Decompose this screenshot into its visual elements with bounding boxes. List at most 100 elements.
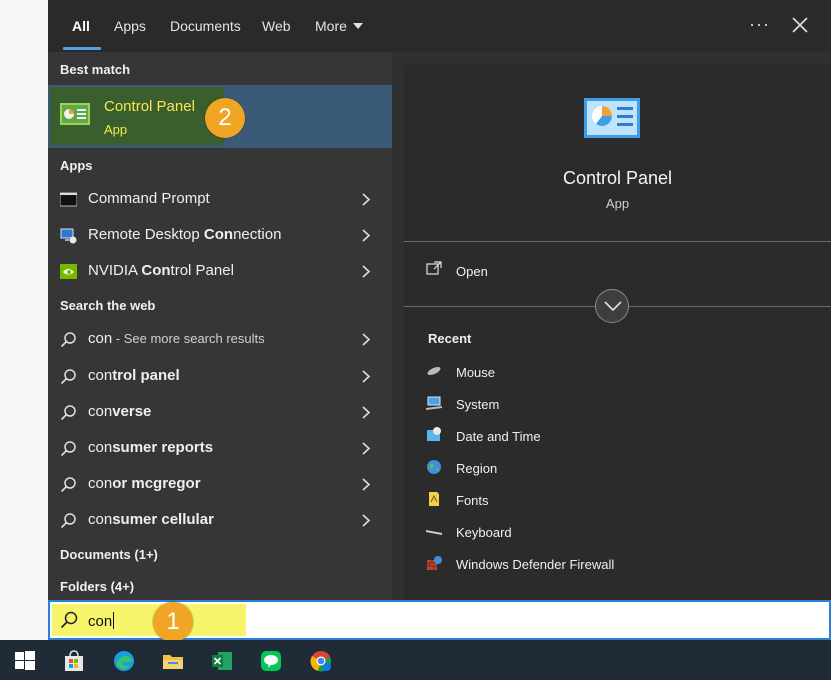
system-icon bbox=[426, 396, 442, 410]
web-result-converse[interactable]: converse bbox=[48, 394, 392, 430]
control-panel-large-icon bbox=[584, 98, 640, 138]
ellipsis-icon[interactable]: ··· bbox=[749, 14, 770, 35]
recent-item-date-time[interactable]: Date and Time bbox=[426, 422, 806, 450]
tab-apps[interactable]: Apps bbox=[114, 18, 146, 34]
preview-title: Control Panel bbox=[562, 168, 673, 188]
keyboard-icon bbox=[426, 530, 442, 535]
app-result-nvidia-control-panel[interactable]: NVIDIA Control Panel bbox=[48, 253, 392, 289]
chevron-right-icon[interactable] bbox=[361, 193, 371, 206]
app-result-label: NVIDIA Control Panel bbox=[88, 262, 234, 279]
chevron-right-icon[interactable] bbox=[361, 229, 371, 242]
close-icon[interactable] bbox=[791, 16, 809, 34]
web-result-label: converse bbox=[88, 403, 152, 420]
recent-item-label: Keyboard bbox=[456, 525, 512, 540]
best-match-subtitle: App bbox=[104, 122, 128, 137]
web-result-label: conor mcgregor bbox=[88, 475, 201, 492]
web-result-conor-mcgregor[interactable]: conor mcgregor bbox=[48, 466, 392, 502]
firewall-icon bbox=[427, 556, 442, 570]
recent-item-label: Mouse bbox=[456, 365, 496, 380]
text-cursor bbox=[113, 612, 115, 629]
search-icon bbox=[60, 477, 76, 493]
recent-item-system[interactable]: System bbox=[426, 390, 806, 418]
chevron-right-icon[interactable] bbox=[361, 478, 371, 491]
open-external-icon bbox=[426, 261, 442, 275]
preview-divider bbox=[404, 241, 831, 242]
date-time-icon bbox=[427, 427, 441, 441]
tab-documents[interactable]: Documents bbox=[170, 18, 241, 34]
search-icon bbox=[60, 369, 76, 385]
fonts-icon bbox=[429, 492, 439, 506]
app-result-label: Remote Desktop Connection bbox=[88, 226, 282, 243]
file-explorer-icon[interactable] bbox=[162, 650, 184, 672]
web-result-con[interactable]: con - See more search results bbox=[48, 321, 392, 357]
web-result-control-panel[interactable]: control panel bbox=[48, 358, 392, 394]
apps-heading: Apps bbox=[60, 158, 93, 173]
control-panel-icon bbox=[60, 103, 90, 125]
recent-item-label: Region bbox=[456, 461, 498, 476]
search-icon bbox=[60, 405, 76, 421]
web-result-consumer-reports[interactable]: consumer reports bbox=[48, 430, 392, 466]
open-action[interactable]: Open bbox=[426, 260, 626, 286]
recent-item-keyboard[interactable]: Keyboard bbox=[426, 518, 806, 546]
mouse-icon bbox=[427, 366, 441, 376]
search-icon bbox=[60, 611, 78, 629]
desktop-background-strip bbox=[0, 0, 48, 640]
taskbar bbox=[0, 640, 831, 680]
preview-subtitle: App bbox=[605, 196, 630, 211]
remote-desktop-icon bbox=[60, 228, 77, 244]
app-result-label: Command Prompt bbox=[88, 190, 210, 207]
search-input[interactable]: con bbox=[88, 612, 115, 630]
recent-item-label: Windows Defender Firewall bbox=[456, 557, 615, 572]
excel-icon[interactable] bbox=[211, 650, 233, 672]
chevron-right-icon[interactable] bbox=[361, 333, 371, 346]
chevron-right-icon[interactable] bbox=[361, 514, 371, 527]
search-web-heading: Search the web bbox=[60, 298, 156, 313]
step-badge-1: 1 bbox=[153, 602, 193, 642]
search-icon bbox=[60, 332, 76, 348]
open-label: Open bbox=[456, 264, 488, 279]
active-tab-indicator bbox=[63, 47, 101, 50]
recent-item-mouse[interactable]: Mouse bbox=[426, 358, 806, 386]
windows-start-icon[interactable] bbox=[14, 650, 36, 672]
nvidia-icon bbox=[60, 264, 77, 279]
step-badge-2: 2 bbox=[205, 98, 245, 138]
expand-button[interactable] bbox=[595, 289, 629, 323]
best-match-title: Control Panel bbox=[104, 98, 195, 115]
tab-all[interactable]: All bbox=[72, 18, 90, 34]
chevron-right-icon[interactable] bbox=[361, 442, 371, 455]
web-result-label: consumer cellular bbox=[88, 511, 214, 528]
chevron-right-icon[interactable] bbox=[361, 370, 371, 383]
line-icon[interactable] bbox=[260, 650, 282, 672]
terminal-icon bbox=[60, 192, 77, 207]
recent-item-region[interactable]: Region bbox=[426, 454, 806, 482]
microsoft-store-icon[interactable] bbox=[63, 650, 85, 672]
web-result-label: con - See more search results bbox=[88, 330, 265, 347]
edge-icon[interactable] bbox=[113, 650, 135, 672]
search-icon bbox=[60, 513, 76, 529]
recent-item-label: Fonts bbox=[456, 493, 489, 508]
web-result-label: control panel bbox=[88, 367, 180, 384]
tab-more-label: More bbox=[315, 18, 347, 34]
start-search-panel: All Apps Documents Web More ··· Best mat… bbox=[48, 0, 831, 600]
chevron-right-icon[interactable] bbox=[361, 265, 371, 278]
recent-item-fonts[interactable]: Fonts bbox=[426, 486, 806, 514]
chevron-right-icon[interactable] bbox=[361, 406, 371, 419]
documents-heading[interactable]: Documents (1+) bbox=[60, 547, 158, 562]
caret-down-icon bbox=[352, 23, 363, 29]
globe-icon bbox=[427, 460, 441, 474]
preview-pane: Control Panel App Open Recent Mouse Syst… bbox=[404, 65, 831, 600]
chrome-icon[interactable] bbox=[310, 650, 332, 672]
tab-web[interactable]: Web bbox=[262, 18, 291, 34]
folders-heading[interactable]: Folders (4+) bbox=[60, 579, 134, 594]
search-icon bbox=[60, 441, 76, 457]
tab-more[interactable]: More bbox=[315, 18, 363, 34]
best-match-title-text: Control Panel bbox=[104, 98, 195, 115]
web-result-consumer-cellular[interactable]: consumer cellular bbox=[48, 502, 392, 538]
recent-item-label: Date and Time bbox=[456, 429, 541, 444]
search-highlight bbox=[52, 604, 246, 636]
recent-item-firewall[interactable]: Windows Defender Firewall bbox=[426, 550, 806, 578]
best-match-heading: Best match bbox=[60, 62, 131, 77]
app-result-command-prompt[interactable]: Command Prompt bbox=[48, 181, 392, 217]
search-input-value: con bbox=[88, 613, 113, 630]
app-result-remote-desktop[interactable]: Remote Desktop Connection bbox=[48, 217, 392, 253]
